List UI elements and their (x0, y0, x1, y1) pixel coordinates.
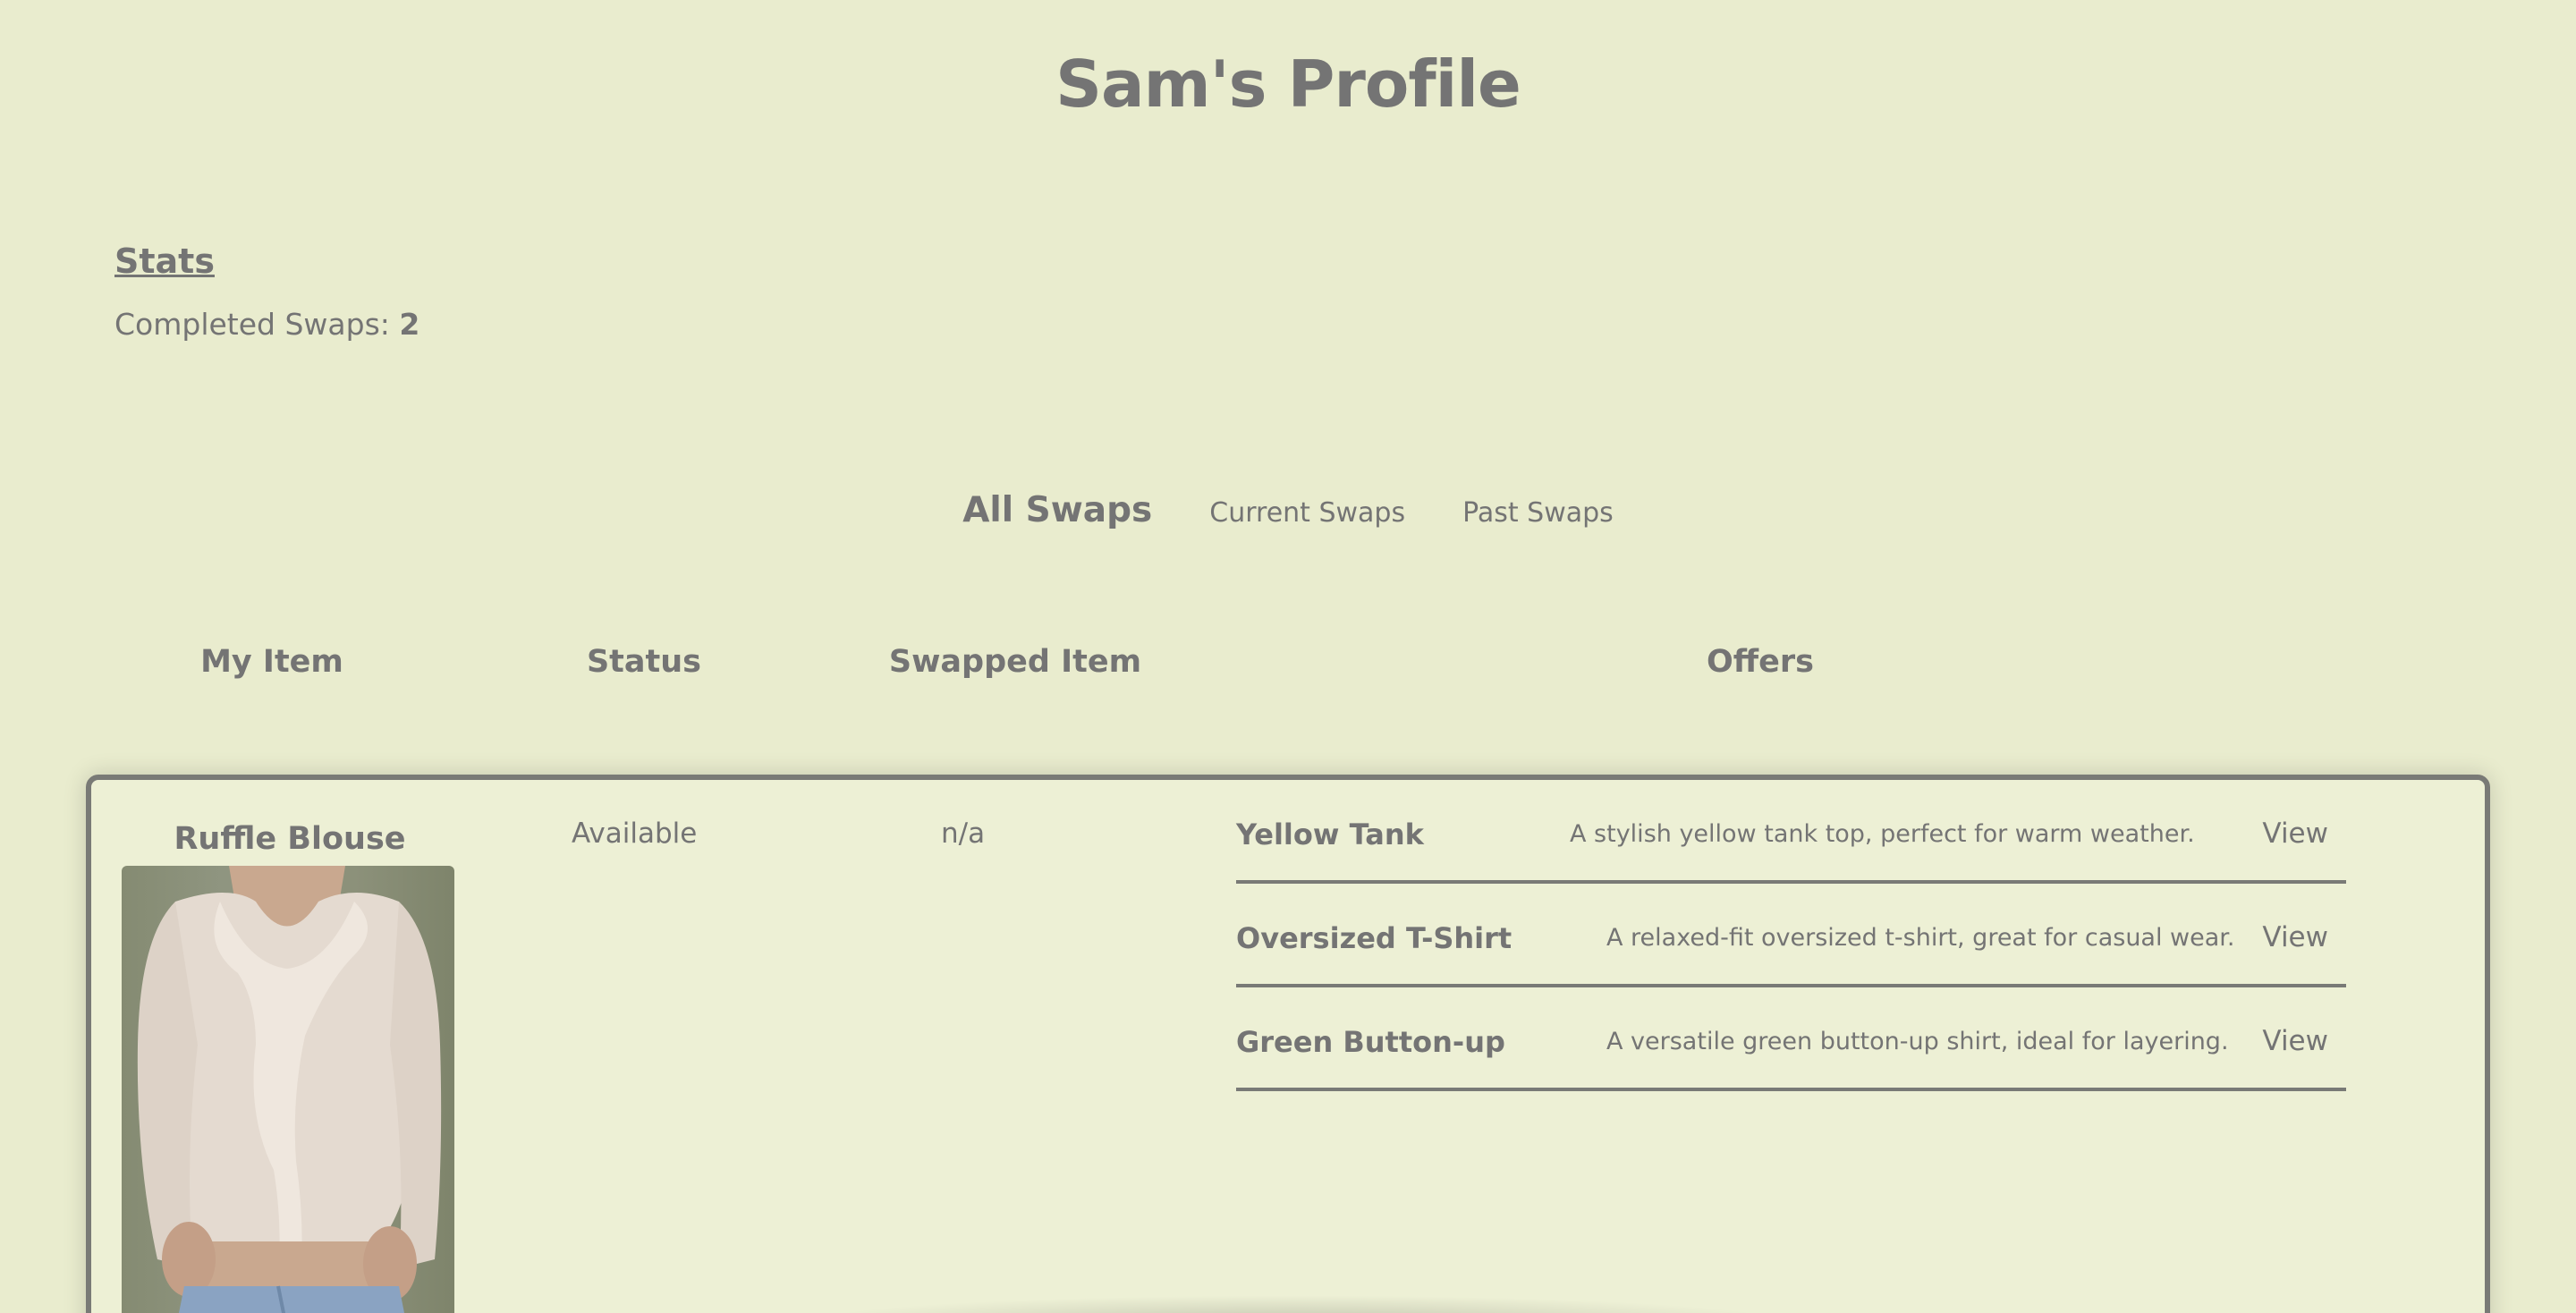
blouse-illustration (137, 866, 442, 1313)
offer-row: Yellow Tank A stylish yellow tank top, p… (1236, 780, 2346, 884)
offer-view-link[interactable]: View (2262, 817, 2328, 850)
swap-card: Ruffle Blouse Available n/a Yellow Tank … (86, 775, 2490, 1313)
my-item-name: Ruffle Blouse (174, 821, 406, 857)
column-header-status: Status (586, 644, 702, 680)
column-header-my-item: My Item (200, 644, 343, 680)
completed-swaps-label: Completed Swaps: (114, 307, 390, 342)
swap-tabs: All Swaps Current Swaps Past Swaps (0, 490, 2576, 530)
my-item-photo[interactable] (122, 866, 454, 1313)
tab-all-swaps[interactable]: All Swaps (962, 490, 1152, 530)
swapped-item-value: n/a (941, 817, 986, 850)
page-title: Sam's Profile (1055, 47, 1521, 122)
offers-list: Yellow Tank A stylish yellow tank top, p… (1236, 780, 2346, 1091)
column-header-offers: Offers (1707, 644, 1814, 680)
offer-name: Green Button-up (1236, 1025, 1505, 1059)
completed-swaps-value: 2 (399, 307, 420, 342)
offer-name: Oversized T-Shirt (1236, 921, 1513, 955)
profile-page: Sam's Profile Stats Completed Swaps: 2 A… (0, 0, 2576, 1313)
offer-description: A stylish yellow tank top, perfect for w… (1570, 820, 2195, 848)
stats-heading: Stats (114, 241, 215, 281)
offer-description: A versatile green button-up shirt, ideal… (1606, 1028, 2229, 1055)
status-value: Available (572, 817, 698, 850)
tab-current-swaps[interactable]: Current Swaps (1209, 497, 1405, 529)
offer-row: Oversized T-Shirt A relaxed-fit oversize… (1236, 884, 2346, 987)
offer-view-link[interactable]: View (2262, 921, 2328, 953)
column-header-swapped-item: Swapped Item (888, 644, 1142, 680)
completed-swaps-stat: Completed Swaps: 2 (114, 307, 419, 342)
tab-past-swaps[interactable]: Past Swaps (1462, 497, 1614, 529)
offer-name: Yellow Tank (1236, 817, 1424, 851)
offer-view-link[interactable]: View (2262, 1025, 2328, 1057)
offer-row: Green Button-up A versatile green button… (1236, 987, 2346, 1091)
offer-description: A relaxed-fit oversized t-shirt, great f… (1606, 924, 2235, 952)
